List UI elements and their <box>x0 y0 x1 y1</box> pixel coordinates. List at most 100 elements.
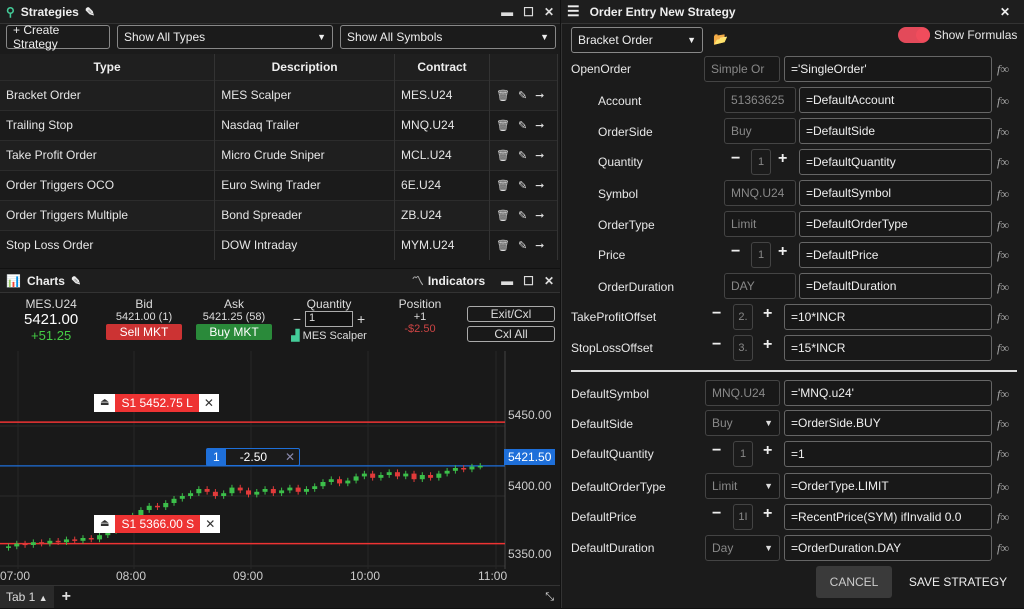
sl-minus-button[interactable]: − <box>712 336 721 354</box>
edit-icon[interactable]: ✎ <box>71 274 81 288</box>
table-row[interactable]: Stop Loss Order DOW Intraday MYM.U24 🗑 ✎ ➞ <box>0 229 559 260</box>
arrow-right-icon[interactable]: ➞ <box>535 119 544 132</box>
quantity-plus-button[interactable]: + <box>778 150 787 168</box>
symbol-formula[interactable]: =DefaultSymbol <box>799 180 992 206</box>
quantity-field[interactable]: 1 <box>751 149 771 175</box>
default-price-field[interactable]: 1I <box>733 504 753 530</box>
position-marker[interactable]: 1 -2.50 ✕ <box>206 448 301 466</box>
table-row[interactable]: Order Triggers Multiple Bond Spreader ZB.U… <box>0 199 559 230</box>
symbols-select[interactable]: Show All Symbols ▼ <box>340 25 556 49</box>
trash-icon[interactable]: 🗑 <box>496 239 510 252</box>
create-strategy-button[interactable]: + Create Strategy <box>6 23 110 51</box>
default-order-type-formula[interactable]: =OrderType.LIMIT <box>784 473 992 499</box>
formula-icon[interactable]: f∞ <box>997 341 1009 356</box>
formula-icon[interactable]: f∞ <box>997 541 1009 556</box>
trash-icon[interactable]: 🗑 <box>496 149 510 162</box>
formula-icon[interactable]: f∞ <box>997 310 1009 325</box>
menu-icon[interactable]: ☰ <box>567 3 580 20</box>
default-price-formula[interactable]: =RecentPrice(SYM) ifInvalid 0.0 <box>784 504 992 530</box>
sl-formula[interactable]: =15*INCR <box>784 335 992 361</box>
close-icon[interactable]: ✕ <box>198 394 219 412</box>
formula-icon[interactable]: f∞ <box>997 447 1009 462</box>
default-order-type-select[interactable]: Limit ▼ <box>705 473 780 499</box>
formula-icon[interactable]: f∞ <box>997 280 1009 295</box>
quantity-formula[interactable]: =DefaultQuantity <box>799 149 992 175</box>
maximize-icon[interactable]: ☐ <box>523 274 534 288</box>
account-formula[interactable]: =DefaultAccount <box>799 87 992 113</box>
open-order-type-select[interactable]: Simple Or <box>704 56 780 82</box>
eject-icon[interactable]: ⏏ <box>94 515 116 533</box>
arrow-right-icon[interactable]: ➞ <box>535 209 544 222</box>
trash-icon[interactable]: 🗑 <box>496 179 510 192</box>
close-icon[interactable]: ✕ <box>281 450 299 464</box>
edit-icon[interactable]: ✎ <box>518 209 527 222</box>
exit-cxl-button[interactable]: Exit/Cxl <box>467 306 555 322</box>
formula-icon[interactable]: f∞ <box>997 187 1009 202</box>
table-row[interactable]: Order Triggers OCO Euro Swing Trader 6E.U2… <box>0 169 559 200</box>
default-quantity-formula[interactable]: =1 <box>784 441 992 467</box>
formula-icon[interactable]: f∞ <box>997 155 1009 170</box>
tp-minus-button[interactable]: − <box>712 305 721 323</box>
order-duration-field[interactable]: DAY <box>724 273 796 299</box>
trash-icon[interactable]: 🗑 <box>496 119 510 132</box>
folder-icon[interactable]: 📂 <box>713 32 728 46</box>
edit-icon[interactable]: ✎ <box>518 119 527 132</box>
edit-icon[interactable]: ✎ <box>518 179 527 192</box>
indicators-icon[interactable]: 〽 <box>412 272 424 289</box>
symbol-field[interactable]: MNQ.U24 <box>724 180 796 206</box>
qty-minus-button[interactable]: − <box>293 311 301 327</box>
resize-icon[interactable]: ⤡ <box>545 591 554 604</box>
price-plus-button[interactable]: + <box>778 243 787 261</box>
formula-icon[interactable]: f∞ <box>997 248 1009 263</box>
default-qty-minus-button[interactable]: − <box>712 442 721 460</box>
default-qty-plus-button[interactable]: + <box>763 442 772 460</box>
tp-formula[interactable]: =10*INCR <box>784 304 992 330</box>
formula-icon[interactable]: f∞ <box>997 94 1009 109</box>
close-icon[interactable]: ✕ <box>1000 5 1010 19</box>
default-duration-formula[interactable]: =OrderDuration.DAY <box>784 535 992 561</box>
tp-plus-button[interactable]: + <box>763 305 772 323</box>
quantity-minus-button[interactable]: − <box>731 150 740 168</box>
cxl-all-button[interactable]: Cxl All <box>467 326 555 342</box>
sl-plus-button[interactable]: + <box>763 336 772 354</box>
order-type-select[interactable]: Bracket Order ▼ <box>571 27 703 53</box>
default-side-formula[interactable]: =OrderSide.BUY <box>784 410 992 436</box>
trash-icon[interactable]: 🗑 <box>496 89 510 102</box>
close-icon[interactable]: ✕ <box>544 274 554 288</box>
formula-icon[interactable]: f∞ <box>997 480 1009 495</box>
order-type-field[interactable]: Limit <box>724 211 796 237</box>
arrow-right-icon[interactable]: ➞ <box>535 89 544 102</box>
order-side-formula[interactable]: =DefaultSide <box>799 118 992 144</box>
add-tab-button[interactable]: + <box>54 588 79 606</box>
save-strategy-button[interactable]: SAVE STRATEGY <box>906 566 1010 598</box>
trash-icon[interactable]: 🗑 <box>496 209 510 222</box>
default-duration-select[interactable]: Day ▼ <box>705 535 780 561</box>
default-symbol-formula[interactable]: ='MNQ.u24' <box>784 380 992 406</box>
formula-icon[interactable]: f∞ <box>997 125 1009 140</box>
formula-icon[interactable]: f∞ <box>997 218 1009 233</box>
close-icon[interactable]: ✕ <box>544 5 554 19</box>
table-row[interactable]: Take Profit Order Micro Crude Sniper MCL.U… <box>0 139 559 170</box>
cancel-button[interactable]: CANCEL <box>816 566 892 598</box>
tab-1[interactable]: Tab 1 ▲ <box>0 586 54 608</box>
default-price-minus-button[interactable]: − <box>712 505 721 523</box>
sell-mkt-button[interactable]: Sell MKT <box>106 324 182 340</box>
price-field[interactable]: 1 <box>751 242 771 268</box>
types-select[interactable]: Show All Types ▼ <box>117 25 333 49</box>
table-row[interactable]: Trailing Stop Nasdaq Trailer MNQ.U24 🗑 ✎ ➞ <box>0 109 559 140</box>
formula-icon[interactable]: f∞ <box>997 510 1009 525</box>
edit-icon[interactable]: ✎ <box>518 89 527 102</box>
qty-input[interactable]: 1 <box>305 311 353 327</box>
default-qty-field[interactable]: 1 <box>733 441 753 467</box>
qty-plus-button[interactable]: + <box>357 311 365 327</box>
formula-icon[interactable]: f∞ <box>997 62 1009 77</box>
price-minus-button[interactable]: − <box>731 243 740 261</box>
edit-icon[interactable]: ✎ <box>85 5 95 19</box>
order-marker-bottom[interactable]: ⏏ S1 5366.00 S ✕ <box>94 515 221 533</box>
order-side-field[interactable]: Buy <box>724 118 796 144</box>
chevron-up-icon[interactable]: ▲ <box>39 593 48 603</box>
sl-field[interactable]: 3. <box>733 335 753 361</box>
account-field[interactable]: 51363625 <box>724 87 796 113</box>
minimize-icon[interactable]: ▬ <box>501 274 513 288</box>
minimize-icon[interactable]: ▬ <box>501 5 513 19</box>
